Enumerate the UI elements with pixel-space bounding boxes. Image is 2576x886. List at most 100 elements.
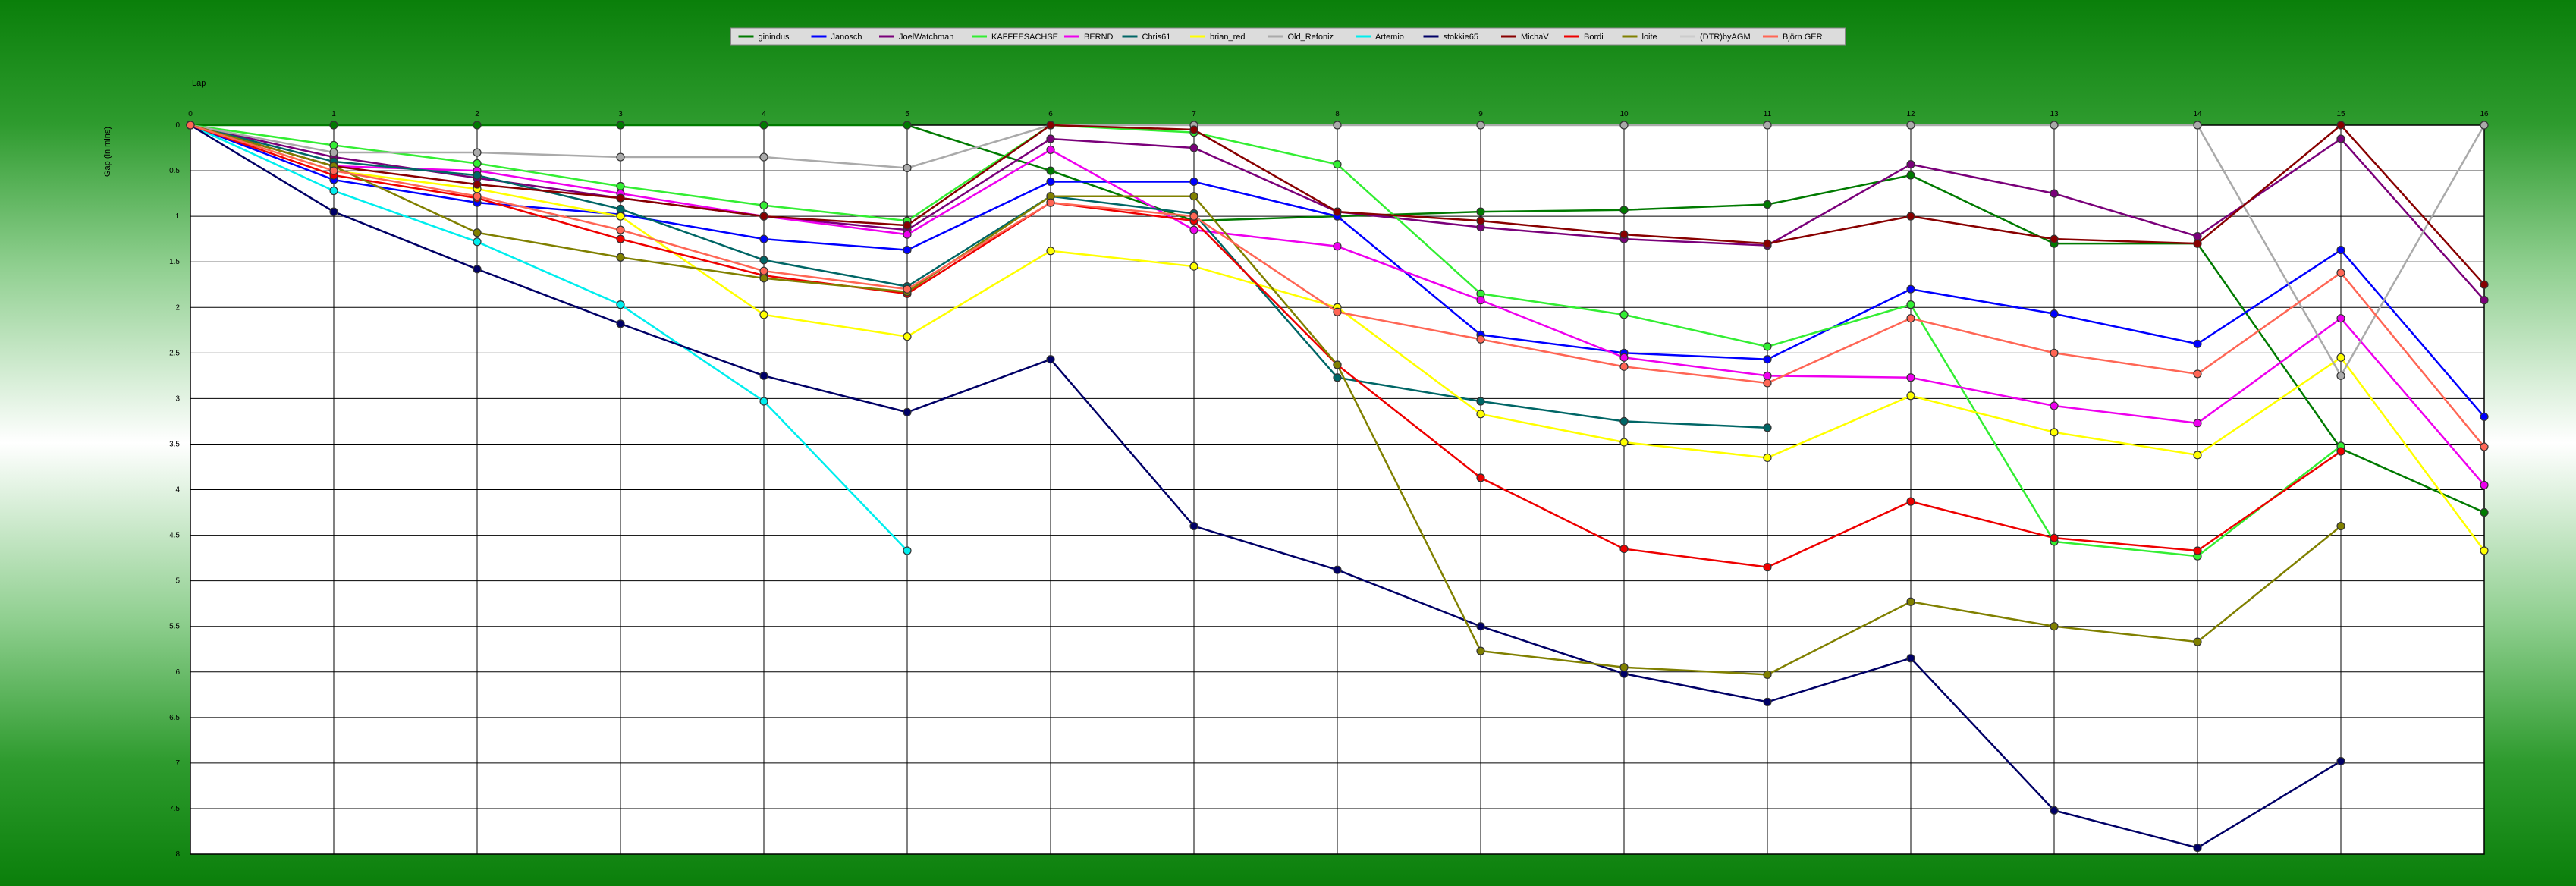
data-point [2336, 121, 2345, 130]
data-point [1046, 198, 1055, 207]
data-point [1619, 206, 1629, 215]
data-point [616, 234, 625, 243]
data-point [2050, 401, 2059, 410]
data-point [1189, 143, 1198, 152]
data-point [759, 266, 768, 275]
data-point [1476, 335, 1485, 344]
data-point [1763, 200, 1772, 209]
data-point [329, 186, 338, 196]
data-point [1476, 296, 1485, 305]
data-point [186, 121, 195, 130]
data-point [1906, 654, 1915, 663]
data-point [1763, 423, 1772, 432]
y-tick-label: 8 [175, 850, 180, 859]
x-tick-label: 9 [1478, 110, 1483, 118]
x-tick-label: 7 [1192, 110, 1196, 118]
data-point [473, 171, 482, 180]
data-point [1189, 212, 1198, 221]
data-point [903, 284, 912, 294]
x-tick-label: 0 [188, 110, 193, 118]
x-tick-label: 2 [475, 110, 479, 118]
y-tick-label: 7.5 [169, 805, 180, 813]
data-point [1476, 397, 1485, 406]
legend-label: Chris61 [1142, 33, 1171, 42]
data-point [1619, 310, 1629, 319]
legend-label: brian_red [1210, 33, 1245, 42]
data-point [1189, 262, 1198, 271]
data-point [1476, 207, 1485, 216]
data-point [1906, 314, 1915, 323]
data-point [1619, 438, 1629, 447]
data-point [1189, 521, 1198, 531]
legend-label: Björn GER [1783, 33, 1823, 42]
data-point [473, 228, 482, 237]
data-point [2193, 369, 2202, 379]
data-point [1046, 166, 1055, 175]
data-point [2336, 314, 2345, 323]
data-point [2480, 412, 2489, 422]
legend-label: ginindus [759, 33, 790, 42]
data-point [759, 397, 768, 406]
data-point [1763, 697, 1772, 706]
data-point [473, 148, 482, 157]
data-point [1763, 239, 1772, 248]
data-point [2193, 339, 2202, 348]
data-point [2193, 843, 2202, 853]
data-point [2193, 451, 2202, 460]
data-point [329, 207, 338, 216]
data-point [329, 140, 338, 150]
data-point [616, 253, 625, 262]
x-tick-labels: 0 1 2 3 4 5 6 7 8 9 10 11 12 13 14 15 16 [188, 110, 2489, 118]
data-point [616, 121, 625, 130]
data-point [2336, 371, 2345, 380]
data-point [903, 221, 912, 230]
data-point [1476, 646, 1485, 655]
legend-label: (DTR)byAGM [1700, 33, 1751, 42]
data-point [2480, 296, 2489, 305]
data-point [903, 407, 912, 416]
x-tick-label: 15 [2336, 110, 2345, 118]
data-point [1763, 121, 1772, 130]
y-tick-label: 1 [175, 212, 180, 221]
y-tick-label: 4.5 [169, 532, 180, 540]
data-point [1906, 171, 1915, 180]
data-point [1619, 544, 1629, 554]
data-point [2193, 419, 2202, 428]
data-point [1333, 121, 1342, 130]
data-point [1763, 379, 1772, 388]
data-point [759, 212, 768, 221]
data-point [1619, 416, 1629, 426]
data-point [1619, 663, 1629, 672]
data-point [903, 245, 912, 255]
data-point [1619, 121, 1629, 130]
data-point [616, 212, 625, 221]
data-point [2193, 121, 2202, 130]
legend-label: MichaV [1521, 33, 1549, 42]
data-point [2050, 348, 2059, 357]
data-point [1476, 473, 1485, 482]
data-point [2336, 245, 2345, 255]
data-point [1906, 497, 1915, 506]
data-point [2050, 309, 2059, 319]
data-point [1763, 355, 1772, 364]
data-point [2050, 622, 2059, 631]
y-tick-labels: 0 0.5 1 1.5 2 2.5 3 3.5 4 4.5 5 5.5 6 6.5 7 7.5 8 [169, 121, 180, 859]
data-point [1619, 353, 1629, 362]
data-point [2193, 239, 2202, 248]
data-point [2050, 533, 2059, 542]
data-point [616, 300, 625, 309]
data-point [2193, 231, 2202, 241]
x-tick-label: 12 [1906, 110, 1915, 118]
data-point [2480, 442, 2489, 451]
data-point [1333, 160, 1342, 169]
data-point [329, 148, 338, 157]
data-point [2336, 521, 2345, 531]
y-tick-label: 0.5 [169, 167, 180, 175]
data-point [1906, 284, 1915, 294]
data-point [329, 166, 338, 175]
data-point [616, 181, 625, 191]
data-point [2336, 447, 2345, 456]
data-point [903, 230, 912, 239]
data-point [1906, 160, 1915, 169]
data-point [2336, 353, 2345, 362]
